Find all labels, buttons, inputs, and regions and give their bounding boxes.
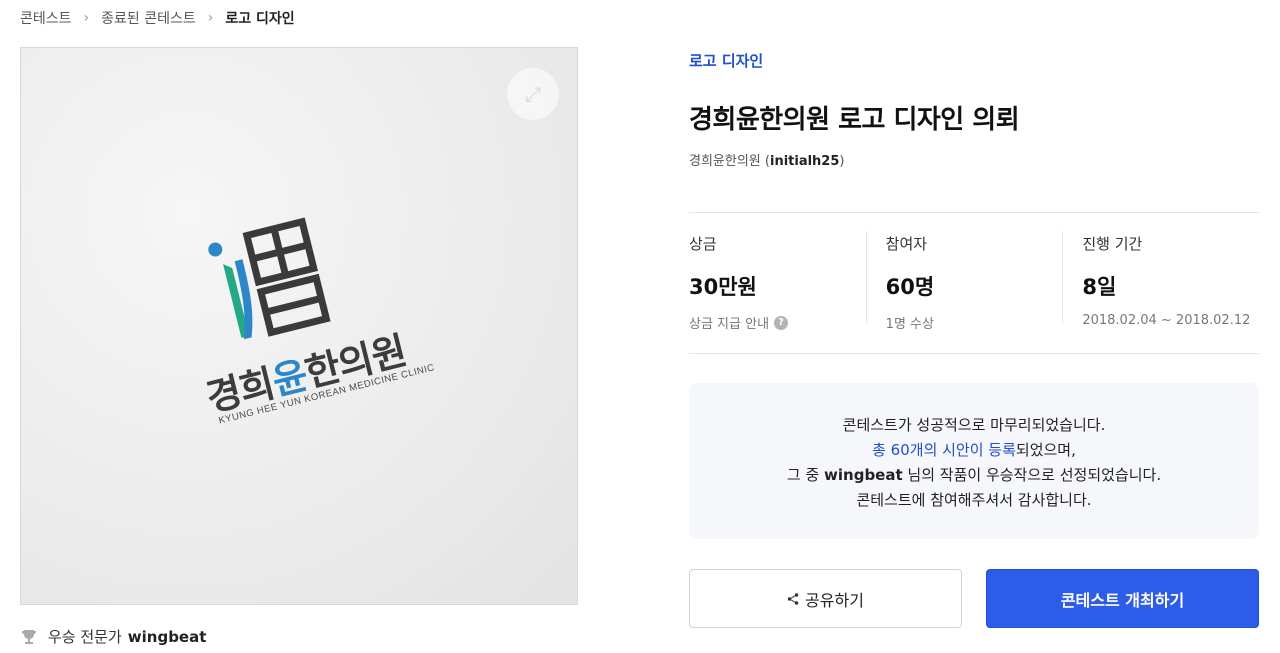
host-contest-button[interactable]: 콘테스트 개최하기 bbox=[986, 569, 1259, 628]
notice-line-1: 콘테스트가 성공적으로 마무리되었습니다. bbox=[842, 416, 1106, 434]
share-button[interactable]: 공유하기 bbox=[689, 569, 962, 628]
notice-line-3: 그 중 wingbeat 님의 작품이 우승작으로 선정되었습니다. bbox=[689, 463, 1259, 488]
contest-result-notice: 콘테스트가 성공적으로 마무리되었습니다. 총 60개의 시안이 등록되었으며,… bbox=[689, 383, 1259, 539]
share-icon bbox=[787, 592, 799, 605]
breadcrumb-logo-design: 로고 디자인 bbox=[225, 11, 295, 27]
breadcrumb-contest[interactable]: 콘테스트 bbox=[20, 8, 72, 28]
winning-artwork-image[interactable]: ⤢ 경희윤한의원 KYUNG HEE YUN KOREAN MEDICINE C… bbox=[20, 47, 578, 605]
submissions-link[interactable]: 총 60개의 시안이 등록 bbox=[872, 441, 1016, 459]
chevron-right-icon: › bbox=[83, 10, 90, 26]
contest-category[interactable]: 로고 디자인 bbox=[689, 50, 763, 71]
stat-participants-sub: 1명 수상 bbox=[885, 317, 934, 332]
prize-payment-guide[interactable]: 상금 지급 안내 ? bbox=[689, 313, 866, 332]
trophy-icon bbox=[20, 628, 38, 646]
chevron-right-icon: › bbox=[207, 10, 214, 26]
stat-prize-label: 상금 bbox=[689, 235, 717, 253]
host-contest-button-label: 콘테스트 개최하기 bbox=[1060, 590, 1185, 610]
host-id-close: ) bbox=[839, 154, 845, 169]
contest-title: 경희윤한의원 로고 디자인 의뢰 bbox=[689, 105, 1020, 135]
notice-line-4: 콘테스트에 참여해주셔서 감사합니다. bbox=[856, 491, 1092, 509]
contest-stats: 상금 30만원 상금 지급 안내 ? 참여자 60명 1명 수상 진행 기간 8… bbox=[689, 213, 1259, 353]
stat-participants-value: 60명 bbox=[885, 275, 935, 299]
help-icon[interactable]: ? bbox=[774, 315, 789, 330]
notice-line-3-post: 님의 작품이 우승작으로 선정되었습니다. bbox=[902, 466, 1162, 484]
breadcrumb: 콘테스트 › 종료된 콘테스트 › 로고 디자인 bbox=[20, 8, 295, 28]
stat-duration-value: 8일 bbox=[1082, 275, 1117, 299]
notice-line-2-rest: 되었으며, bbox=[1015, 441, 1076, 459]
zoom-icon[interactable]: ⤢ bbox=[507, 68, 559, 120]
share-button-label: 공유하기 bbox=[805, 590, 864, 610]
winner-name[interactable]: wingbeat bbox=[128, 628, 207, 646]
clinic-logo: 경희윤한의원 KYUNG HEE YUN KOREAN MEDICINE CLI… bbox=[163, 160, 478, 475]
stat-prize: 상금 30만원 상금 지급 안내 ? bbox=[689, 213, 866, 353]
stat-duration: 진행 기간 8일 2018.02.04 ~ 2018.02.12 bbox=[1062, 213, 1259, 353]
stat-duration-label: 진행 기간 bbox=[1082, 235, 1143, 253]
stat-participants: 참여자 60명 1명 수상 bbox=[865, 213, 1063, 353]
breadcrumb-ended-contests[interactable]: 종료된 콘테스트 bbox=[101, 8, 196, 28]
host-id: initialh25 bbox=[769, 154, 840, 169]
notice-winner-name: wingbeat bbox=[824, 466, 903, 484]
notice-line-2: 총 60개의 시안이 등록되었으며, bbox=[689, 438, 1259, 463]
notice-line-3-pre: 그 중 bbox=[786, 466, 825, 484]
host-name: 경희윤한의원 bbox=[689, 154, 761, 169]
stat-participants-label: 참여자 bbox=[885, 235, 928, 253]
contest-host: 경희윤한의원 (initialh25) bbox=[689, 150, 844, 169]
stat-prize-value: 30만원 bbox=[689, 275, 757, 299]
prize-payment-guide-label: 상금 지급 안내 bbox=[689, 317, 770, 332]
stat-duration-dates: 2018.02.04 ~ 2018.02.12 bbox=[1082, 313, 1251, 328]
winner-info: 우승 전문가 wingbeat bbox=[20, 626, 206, 647]
winner-label: 우승 전문가 bbox=[48, 628, 122, 646]
logo-mark-graphic bbox=[208, 217, 331, 340]
divider bbox=[689, 353, 1259, 354]
